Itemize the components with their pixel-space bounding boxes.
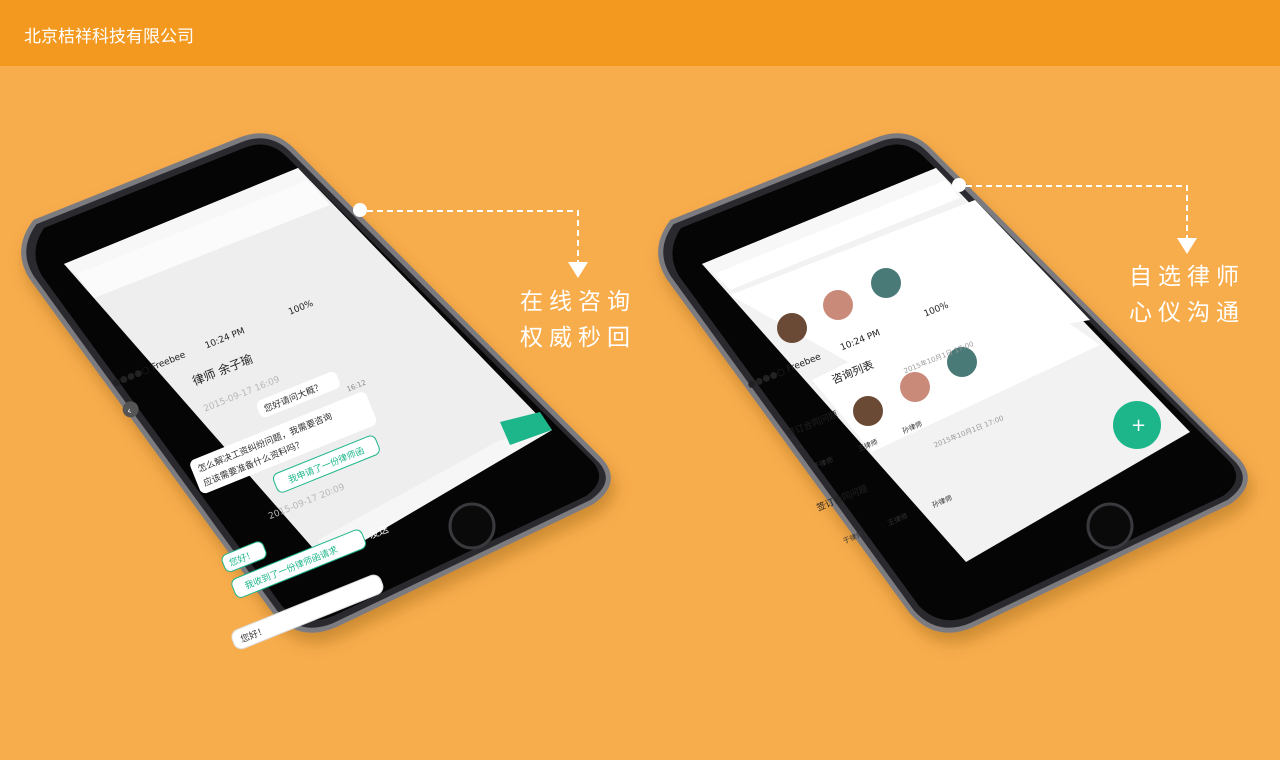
caption-right-1: 自选律师 bbox=[1129, 264, 1245, 290]
caption-right-2: 心仪沟通 bbox=[1129, 300, 1245, 326]
caption-left-2: 权威秒回 bbox=[520, 325, 636, 351]
arrow-down-icon bbox=[568, 262, 588, 278]
caption-left-1: 在线咨询 bbox=[520, 289, 636, 315]
connector-dot-left bbox=[353, 203, 367, 217]
connector-dot-right bbox=[952, 178, 966, 192]
connectors bbox=[353, 178, 1197, 278]
arrow-down-icon bbox=[1177, 238, 1197, 254]
